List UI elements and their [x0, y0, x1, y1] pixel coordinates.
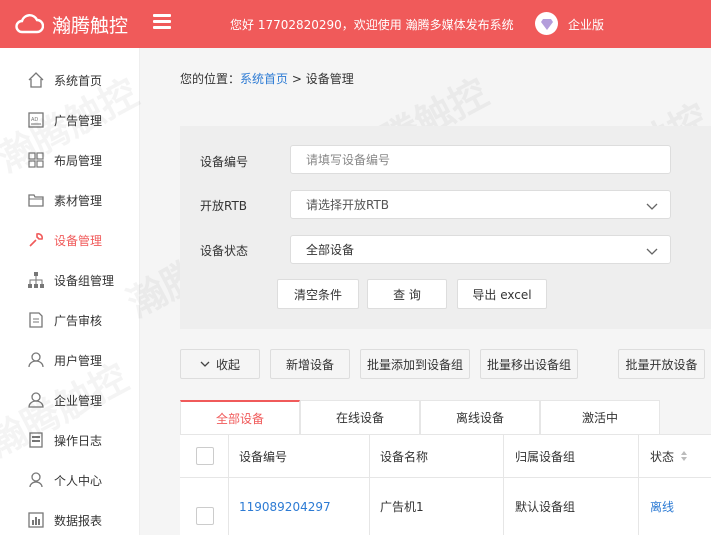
collapse-label: 收起	[215, 357, 240, 372]
collapse-button[interactable]: 收起	[180, 349, 260, 379]
menu-toggle-button[interactable]	[153, 14, 171, 32]
edition-label: 企业版	[568, 18, 605, 32]
filter-panel: 设备编号 请填写设备编号 开放RTB 请选择开放RTB 设备状态 全部设备 清空…	[180, 126, 711, 329]
sidebar-item-label: 操作日志	[54, 433, 103, 448]
device-code-input[interactable]: 请填写设备编号	[290, 145, 671, 174]
open-rtb-select[interactable]: 请选择开放RTB	[290, 190, 671, 219]
device-code-link[interactable]: 119089204297	[239, 477, 331, 535]
sidebar-item-operation-log[interactable]: 操作日志	[0, 420, 140, 460]
chevron-down-icon	[646, 200, 658, 214]
diamond-icon[interactable]	[535, 12, 558, 35]
device-code-label: 设备编号	[200, 155, 249, 169]
device-group-cell: 默认设备组	[515, 500, 576, 514]
row-checkbox[interactable]	[196, 507, 214, 525]
sidebar-item-device-management[interactable]: 设备管理	[0, 220, 140, 260]
column-header-device-code: 设备编号	[239, 449, 288, 464]
breadcrumb-prefix: 您的位置：	[180, 72, 241, 86]
device-status-label: 设备状态	[200, 244, 249, 258]
enterprise-icon	[27, 391, 45, 409]
status-badge: 离线	[650, 500, 675, 514]
batch-remove-from-group-button[interactable]: 批量移出设备组	[480, 349, 578, 379]
query-button[interactable]: 查 询	[367, 279, 447, 309]
sidebar-item-label: 广告管理	[54, 113, 103, 128]
sidebar-item-label: 广告审核	[54, 313, 103, 328]
device-name-cell: 广告机1	[380, 500, 424, 514]
sidebar-item-profile[interactable]: 个人中心	[0, 460, 140, 500]
app-name: 瀚腾触控	[52, 15, 129, 37]
clear-conditions-button[interactable]: 清空条件	[277, 279, 359, 309]
breadcrumb-current: 设备管理	[305, 72, 354, 86]
breadcrumb-home-link[interactable]: 系统首页	[240, 72, 288, 86]
top-bar: 瀚腾触控 您好 17702820290，欢迎使用 瀚腾多媒体发布系统 企业版	[0, 0, 711, 48]
device-table: 设备编号 设备名称 归属设备组 状态 119089204297 广告机1 默认设…	[180, 434, 711, 535]
users-icon	[27, 351, 45, 369]
column-header-group: 归属设备组	[515, 449, 576, 464]
sidebar-item-reports[interactable]: 数据报表	[0, 500, 140, 535]
chevron-down-icon	[200, 361, 210, 368]
device-status-select[interactable]: 全部设备	[290, 235, 671, 264]
sidebar-item-layout[interactable]: 布局管理	[0, 140, 140, 180]
column-header-device-name: 设备名称	[380, 449, 429, 464]
tab-all-devices[interactable]: 全部设备	[180, 400, 300, 435]
sidebar-item-label: 企业管理	[54, 393, 103, 408]
device-code-placeholder: 请填写设备编号	[306, 153, 391, 167]
wrench-icon	[27, 231, 45, 249]
svg-text:AD: AD	[31, 117, 38, 123]
batch-open-device-button[interactable]: 批量开放设备	[618, 349, 705, 379]
logo[interactable]: 瀚腾触控	[14, 11, 128, 38]
column-header-status[interactable]: 状态	[650, 435, 688, 477]
batch-add-to-group-button[interactable]: 批量添加到设备组	[360, 349, 470, 379]
ad-icon: AD	[27, 111, 45, 129]
document-icon	[27, 311, 45, 329]
home-icon	[27, 71, 45, 89]
folder-icon	[27, 191, 45, 209]
welcome-text: 您好 17702820290，欢迎使用 瀚腾多媒体发布系统	[230, 18, 514, 32]
device-status-value: 全部设备	[306, 243, 355, 257]
chevron-down-icon	[646, 245, 658, 259]
open-rtb-label: 开放RTB	[200, 199, 248, 213]
sidebar-item-label: 个人中心	[54, 473, 103, 488]
sidebar-item-materials[interactable]: 素材管理	[0, 180, 140, 220]
device-tabs: 全部设备 在线设备 离线设备 激活中	[180, 400, 660, 435]
sidebar-item-users[interactable]: 用户管理	[0, 340, 140, 380]
sidebar-item-home[interactable]: 系统首页	[0, 60, 140, 100]
breadcrumb: 您的位置：系统首页 > 设备管理	[180, 70, 354, 87]
cloud-icon	[14, 11, 45, 38]
sort-icon[interactable]	[680, 450, 688, 462]
tab-activating[interactable]: 激活中	[540, 400, 660, 435]
sidebar-item-label: 数据报表	[54, 513, 103, 528]
chart-icon	[27, 511, 45, 529]
tab-online-devices[interactable]: 在线设备	[300, 400, 420, 435]
grid-icon	[27, 151, 45, 169]
sidebar-item-device-groups[interactable]: 设备组管理	[0, 260, 140, 300]
select-all-checkbox[interactable]	[196, 447, 214, 465]
status-header-label: 状态	[650, 449, 675, 464]
sidebar-item-ad-review[interactable]: 广告审核	[0, 300, 140, 340]
breadcrumb-separator: >	[291, 72, 302, 86]
add-device-button[interactable]: 新增设备	[270, 349, 350, 379]
log-icon	[27, 431, 45, 449]
export-excel-button[interactable]: 导出 excel	[457, 279, 547, 309]
sidebar-item-enterprise[interactable]: 企业管理	[0, 380, 140, 420]
sidebar-item-ads[interactable]: AD 广告管理	[0, 100, 140, 140]
open-rtb-value: 请选择开放RTB	[306, 198, 390, 212]
sidebar-item-label: 素材管理	[54, 193, 103, 208]
sidebar-item-label: 用户管理	[54, 353, 103, 368]
sidebar: 系统首页 AD 广告管理 布局管理 素材管理 设备管理 设备组管理 广告审核 用…	[0, 48, 140, 535]
sidebar-item-label: 布局管理	[54, 153, 103, 168]
org-tree-icon	[27, 271, 45, 289]
user-icon	[27, 471, 45, 489]
sidebar-item-label: 系统首页	[54, 73, 103, 88]
tab-offline-devices[interactable]: 离线设备	[420, 400, 540, 435]
sidebar-item-label: 设备组管理	[54, 273, 115, 288]
sidebar-item-label: 设备管理	[54, 233, 103, 248]
